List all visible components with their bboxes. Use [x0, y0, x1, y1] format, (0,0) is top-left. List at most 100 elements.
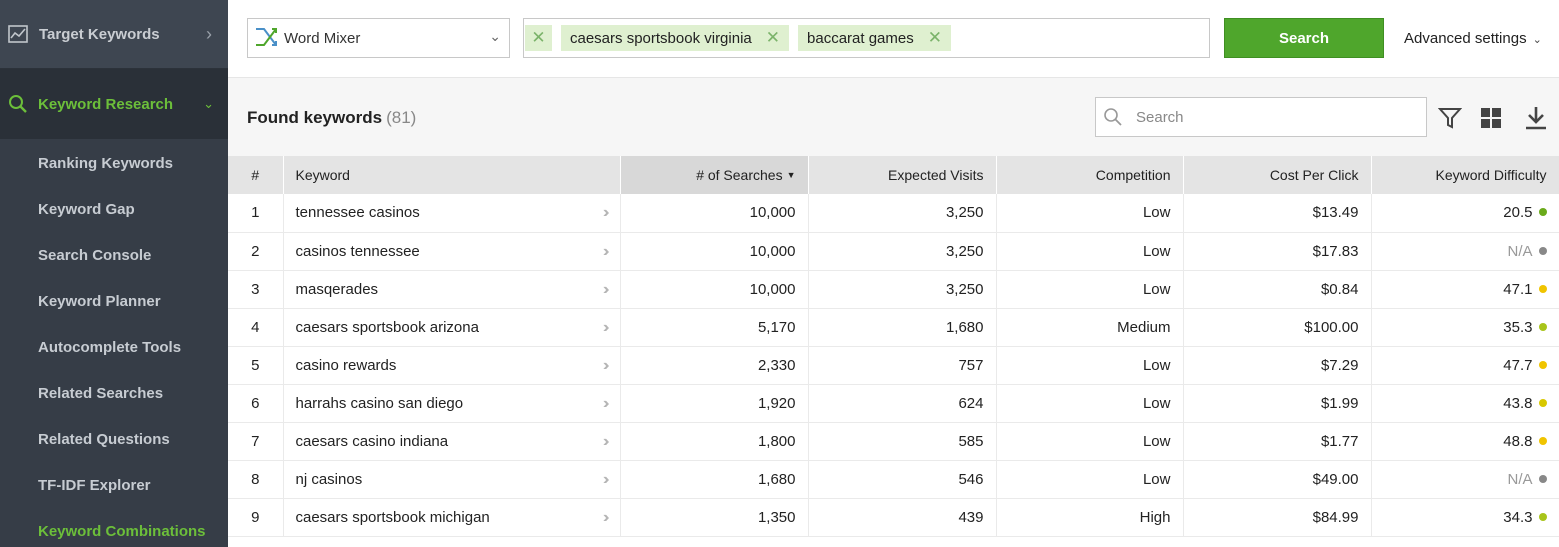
advanced-settings-label: Advanced settings: [1404, 30, 1527, 47]
sidebar-item-keyword-planner[interactable]: Keyword Planner: [0, 278, 228, 324]
sidebar-item-keyword-gap[interactable]: Keyword Gap: [0, 186, 228, 232]
difficulty-cell: 35.3: [1371, 308, 1559, 346]
column-header-competition[interactable]: Competition: [996, 156, 1184, 194]
table-search-input[interactable]: Search: [1095, 97, 1427, 137]
difficulty-cell: 34.3: [1371, 498, 1559, 536]
difficulty-value: 35.3: [1503, 318, 1533, 336]
sidebar-item-keyword-combinations[interactable]: Keyword Combinations: [0, 508, 228, 547]
table-row[interactable]: 2 casinos tennessee ›› 10,000 3,250 Low $17.83…: [228, 232, 1559, 270]
column-header-searches[interactable]: # of Searches ▼: [620, 156, 809, 194]
row-index: 1: [228, 194, 284, 232]
double-chevron-right-icon[interactable]: ››: [603, 357, 609, 375]
keyword-cell: casinos tennessee ››: [283, 232, 621, 270]
chart-icon: [8, 25, 28, 43]
sidebar-item-autocomplete-tools[interactable]: Autocomplete Tools: [0, 324, 228, 370]
table-row[interactable]: 3 masqerades ›› 10,000 3,250 Low $0.84 47.1: [228, 270, 1559, 308]
table-row[interactable]: 7 caesars casino indiana ›› 1,800 585 Low $1.7…: [228, 422, 1559, 460]
double-chevron-right-icon[interactable]: ››: [603, 281, 609, 299]
search-button[interactable]: Search: [1224, 18, 1384, 58]
searches-cell: 1,800: [620, 422, 809, 460]
difficulty-value: N/A: [1507, 470, 1533, 488]
double-chevron-right-icon[interactable]: ››: [603, 395, 609, 413]
column-header-index[interactable]: #: [228, 156, 284, 194]
row-index: 8: [228, 460, 284, 498]
cpc-cell: $1.99: [1183, 384, 1372, 422]
keyword-text: casinos tennessee: [295, 242, 420, 260]
table-row[interactable]: 1 tennessee casinos ›› 10,000 3,250 Low $13.49…: [228, 194, 1559, 232]
keyword-tag[interactable]: caesars sportsbook virginia ✕: [561, 25, 790, 51]
table-row[interactable]: 9 caesars sportsbook michigan ›› 1,350 439 Hi…: [228, 498, 1559, 536]
keyword-text: casino rewards: [295, 356, 397, 374]
double-chevron-right-icon[interactable]: ››: [603, 509, 609, 527]
columns-icon[interactable]: [1479, 106, 1503, 130]
visits-cell: 439: [808, 498, 997, 536]
chevron-down-icon: ⌄: [203, 96, 214, 111]
difficulty-indicator: [1538, 436, 1547, 445]
competition-cell: Low: [996, 422, 1184, 460]
competition-cell: Low: [996, 384, 1184, 422]
visits-cell: 3,250: [808, 270, 997, 308]
cpc-cell: $100.00: [1183, 308, 1372, 346]
column-header-visits[interactable]: Expected Visits: [808, 156, 997, 194]
competition-cell: Low: [996, 194, 1184, 232]
keyword-tag-empty[interactable]: ✕: [525, 25, 552, 51]
cpc-cell: $13.49: [1183, 194, 1372, 232]
difficulty-indicator: [1538, 474, 1547, 483]
column-header-cpc[interactable]: Cost Per Click: [1183, 156, 1372, 194]
sidebar-item-tf-idf-explorer[interactable]: TF-IDF Explorer: [0, 462, 228, 508]
method-select[interactable]: Word Mixer ⌄: [247, 18, 510, 58]
sidebar-item-search-console[interactable]: Search Console: [0, 232, 228, 278]
sidebar: Target Keywords › Keyword Research ⌄ Ran…: [0, 0, 228, 547]
topbar: Word Mixer ⌄ ✕ caesars sportsbook virgin…: [228, 0, 1559, 78]
column-header-label: # of Searches: [696, 167, 783, 183]
cpc-cell: $0.84: [1183, 270, 1372, 308]
sidebar-item-label: Target Keywords: [39, 25, 160, 43]
keyword-cell: caesars sportsbook michigan ››: [283, 498, 621, 536]
row-index: 7: [228, 422, 284, 460]
difficulty-indicator: [1538, 322, 1547, 331]
advanced-settings-link[interactable]: Advanced settings ⌄: [1404, 30, 1542, 47]
sidebar-item-ranking-keywords[interactable]: Ranking Keywords: [0, 140, 228, 186]
column-header-difficulty[interactable]: Keyword Difficulty: [1371, 156, 1559, 194]
double-chevron-right-icon[interactable]: ››: [603, 243, 609, 261]
difficulty-indicator: [1538, 284, 1547, 293]
difficulty-value: 47.7: [1503, 356, 1533, 374]
table-row[interactable]: 8 nj casinos ›› 1,680 546 Low $49.00 N/A: [228, 460, 1559, 498]
competition-cell: Low: [996, 346, 1184, 384]
close-icon[interactable]: ✕: [928, 28, 942, 48]
sidebar-item-related-searches[interactable]: Related Searches: [0, 370, 228, 416]
table-row[interactable]: 5 casino rewards ›› 2,330 757 Low $7.29 47.7: [228, 346, 1559, 384]
chevron-down-icon: ⌄: [489, 28, 501, 44]
double-chevron-right-icon[interactable]: ››: [603, 204, 609, 222]
close-icon[interactable]: ✕: [531, 28, 545, 48]
searches-cell: 1,920: [620, 384, 809, 422]
table-row[interactable]: 4 caesars sportsbook arizona ›› 5,170 1,680 M…: [228, 308, 1559, 346]
cpc-cell: $7.29: [1183, 346, 1372, 384]
sidebar-item-target-keywords[interactable]: Target Keywords ›: [0, 0, 228, 69]
keyword-tag[interactable]: baccarat games ✕: [798, 25, 951, 51]
download-icon[interactable]: [1524, 106, 1548, 130]
row-index: 2: [228, 232, 284, 270]
double-chevron-right-icon[interactable]: ››: [603, 433, 609, 451]
word-mixer-icon: [256, 28, 277, 46]
double-chevron-right-icon[interactable]: ››: [603, 319, 609, 337]
searches-cell: 10,000: [620, 232, 809, 270]
results-count: (81): [386, 108, 417, 127]
keyword-cell: casino rewards ››: [283, 346, 621, 384]
sidebar-item-keyword-research[interactable]: Keyword Research ⌄: [0, 69, 228, 139]
cpc-cell: $49.00: [1183, 460, 1372, 498]
double-chevron-right-icon[interactable]: ››: [603, 471, 609, 489]
competition-cell: Low: [996, 460, 1184, 498]
difficulty-value: 20.5: [1503, 204, 1533, 222]
visits-cell: 3,250: [808, 194, 997, 232]
filter-icon[interactable]: [1438, 106, 1462, 130]
competition-cell: High: [996, 498, 1184, 536]
table-row[interactable]: 6 harrahs casino san diego ›› 1,920 624 Low $1…: [228, 384, 1559, 422]
close-icon[interactable]: ✕: [766, 28, 780, 48]
keyword-cell: caesars sportsbook arizona ››: [283, 308, 621, 346]
row-index: 9: [228, 498, 284, 536]
keyword-tags-input[interactable]: ✕ caesars sportsbook virginia ✕ baccarat…: [523, 18, 1210, 58]
column-header-keyword[interactable]: Keyword: [283, 156, 621, 194]
difficulty-value: 43.8: [1503, 394, 1533, 412]
sidebar-item-related-questions[interactable]: Related Questions: [0, 416, 228, 462]
